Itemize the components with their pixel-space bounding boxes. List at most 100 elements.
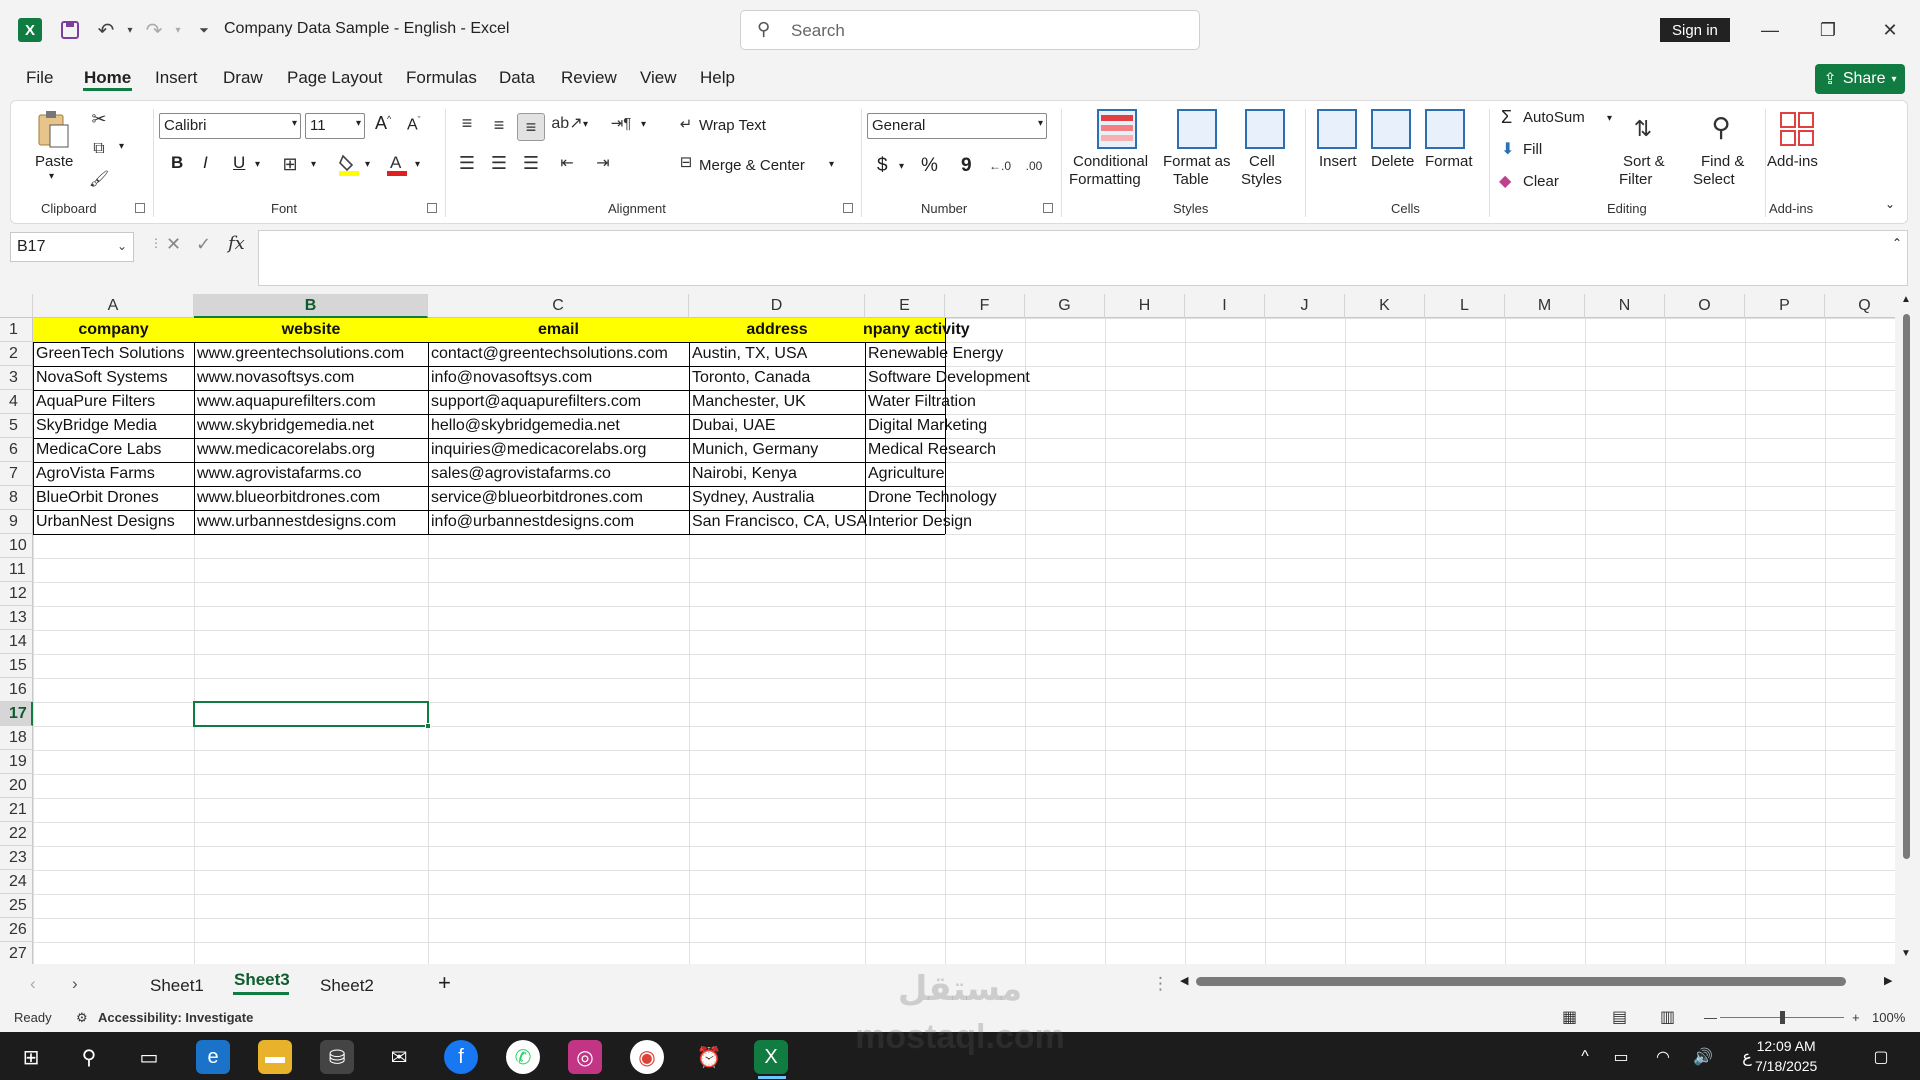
row-header-27[interactable]: 27 [0,942,33,964]
fill-color-dropdown-icon[interactable]: ▾ [365,159,370,170]
paste-icon[interactable] [35,109,71,149]
sign-in-button[interactable]: Sign in [1660,18,1730,42]
tab-help[interactable]: Help [700,68,735,88]
header-cell[interactable]: npany activity [863,318,1003,342]
file-explorer-icon[interactable]: ▬ [258,1040,292,1074]
chrome-icon[interactable]: ◉ [630,1040,664,1074]
redo-dropdown-icon[interactable]: ▾ [164,16,192,44]
header-cell[interactable]: address [689,318,865,342]
table-cell[interactable]: Drone Technology [865,486,1065,510]
table-cell[interactable]: Digital Marketing [865,414,1065,438]
filter-label[interactable]: Filter [1619,171,1652,188]
row-header-1[interactable]: 1 [0,318,33,342]
active-cell[interactable] [193,701,431,729]
tab-view[interactable]: View [640,68,677,88]
row-header-8[interactable]: 8 [0,486,33,510]
battery-icon[interactable]: ▭ [1604,1040,1638,1074]
header-cell[interactable]: company [33,318,194,342]
row-header-18[interactable]: 18 [0,726,33,750]
row-header-12[interactable]: 12 [0,582,33,606]
autosum-button[interactable]: AutoSum [1523,109,1585,126]
add-sheet-button[interactable]: + [438,970,451,996]
cut-icon[interactable]: ✂ [87,107,111,131]
accessibility-status[interactable]: Accessibility: Investigate [98,1010,253,1025]
horizontal-scroll-thumb[interactable] [1196,977,1846,986]
merge-center-icon[interactable]: ⊟ [675,151,697,173]
table-cell[interactable]: Toronto, Canada [689,366,865,390]
table-cell[interactable]: www.skybridgemedia.net [194,414,428,438]
table-cell[interactable]: info@urbannestdesigns.com [428,510,689,534]
insert-cells-icon[interactable] [1317,109,1357,149]
select-label[interactable]: Select [1693,171,1735,188]
normal-view-icon[interactable]: ▦ [1562,1007,1577,1027]
table-cell[interactable]: AgroVista Farms [33,462,194,486]
scroll-left-icon[interactable]: ◀ [1180,974,1188,987]
table-cell[interactable]: BlueOrbit Drones [33,486,194,510]
add-ins-button[interactable]: Add-ins [1767,153,1818,170]
whatsapp-icon[interactable]: ✆ [506,1040,540,1074]
scroll-up-icon[interactable]: ▲ [1901,294,1911,305]
column-header-p[interactable]: P [1745,294,1825,318]
tab-review[interactable]: Review [561,68,617,88]
task-view-icon[interactable]: ▭ [132,1040,166,1074]
currency-dropdown-icon[interactable]: ▾ [899,161,904,172]
table-cell[interactable]: Agriculture [865,462,1065,486]
table-cell[interactable]: www.blueorbitdrones.com [194,486,428,510]
table-cell[interactable]: www.greentechsolutions.com [194,342,428,366]
number-launcher-icon[interactable] [1043,203,1053,213]
increase-indent-icon[interactable]: ⇥ [591,151,615,175]
row-header-10[interactable]: 10 [0,534,33,558]
row-header-9[interactable]: 9 [0,510,33,534]
customize-toolbar-icon[interactable]: ⏷ [190,16,218,44]
row-header-2[interactable]: 2 [0,342,33,366]
worksheet-grid[interactable]: A B C D E F G H I J K L M N O P Q 1 2 3 4 5 6 7 8 9 10 11 12 13 14 15 16… [0,294,1895,964]
align-bottom-icon[interactable]: ≡ [517,113,545,141]
table-cell[interactable]: GreenTech Solutions [33,342,194,366]
fill-down-icon[interactable]: ⬇ [1501,139,1514,159]
paste-button[interactable]: Paste [35,153,73,170]
conditional-formatting-label[interactable]: Conditional [1073,153,1148,170]
table-cell[interactable]: Manchester, UK [689,390,865,414]
format-painter-icon[interactable]: 🖌 [87,167,111,191]
notifications-icon[interactable]: ▢ [1864,1040,1898,1074]
add-ins-icon[interactable] [1777,109,1817,149]
row-header-17[interactable]: 17 [0,702,33,726]
page-break-view-icon[interactable]: ▥ [1660,1007,1675,1027]
close-icon[interactable]: ✕ [1870,14,1910,46]
store-icon[interactable]: ⛁ [320,1040,354,1074]
clipboard-launcher-icon[interactable] [135,203,145,213]
alignment-launcher-icon[interactable] [843,203,853,213]
font-color-dropdown-icon[interactable]: ▾ [415,159,420,170]
insert-function-button[interactable]: fx [228,233,245,254]
table-cell[interactable]: Munich, Germany [689,438,865,462]
align-right-icon[interactable]: ☰ [519,151,543,175]
table-cell[interactable]: AquaPure Filters [33,390,194,414]
column-header-i[interactable]: I [1185,294,1265,318]
bold-button[interactable]: B [171,153,183,173]
table-cell[interactable]: inquiries@medicacorelabs.org [428,438,689,462]
instagram-icon[interactable]: ◎ [568,1040,602,1074]
table-cell[interactable]: hello@skybridgemedia.net [428,414,689,438]
table-cell[interactable]: Software Development [865,366,1065,390]
table-cell[interactable]: Sydney, Australia [689,486,865,510]
edge-icon[interactable]: e [196,1040,230,1074]
show-hidden-icons-icon[interactable]: ^ [1568,1040,1602,1074]
font-size-select[interactable]: 11 ▾ [305,113,365,139]
column-header-l[interactable]: L [1425,294,1505,318]
font-name-select[interactable]: Calibri ▾ [159,113,301,139]
tab-home[interactable]: Home [84,68,131,88]
tab-data[interactable]: Data [499,68,535,88]
find-select-label[interactable]: Find & [1701,153,1744,170]
horizontal-scrollbar[interactable]: ◀ ▶ [1180,972,1900,990]
autosum-dropdown-icon[interactable]: ▾ [1607,113,1612,124]
row-header-4[interactable]: 4 [0,390,33,414]
volume-icon[interactable]: 🔊 [1686,1040,1720,1074]
row-header-14[interactable]: 14 [0,630,33,654]
autosum-icon[interactable]: Σ [1501,107,1512,128]
comma-button[interactable]: 9 [961,155,972,177]
clock-app-icon[interactable]: ⏰ [692,1040,726,1074]
table-cell[interactable]: info@novasoftsys.com [428,366,689,390]
table-cell[interactable]: Water Filtration [865,390,1065,414]
table-cell[interactable]: Interior Design [865,510,1065,534]
fill-color-icon[interactable] [337,151,361,177]
